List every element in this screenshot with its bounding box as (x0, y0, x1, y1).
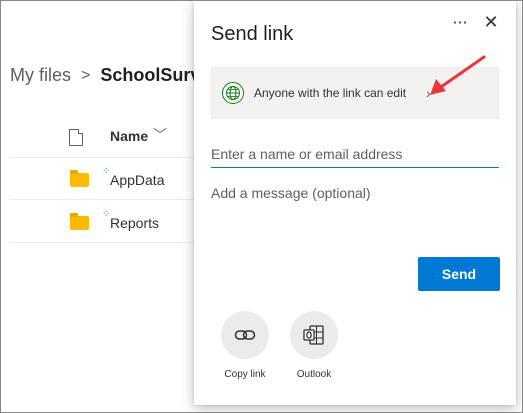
breadcrumb: My files > SchoolSurve (10, 65, 210, 86)
column-header-name[interactable]: Name (110, 128, 148, 144)
list-item-label[interactable]: AppData (110, 172, 164, 188)
close-button[interactable]: ✕ (478, 9, 504, 35)
globe-icon (222, 82, 244, 104)
breadcrumb-root[interactable]: My files (10, 65, 71, 86)
copy-link-label: Copy link (224, 369, 266, 380)
row-divider (9, 242, 199, 243)
list-item[interactable]: ⁘ AppData (1, 158, 201, 200)
window: My files > SchoolSurve Name ﹀ ⁘ AppData … (0, 0, 523, 413)
copy-link-option[interactable]: Copy link (215, 311, 275, 391)
more-options-button[interactable]: ··· (447, 9, 473, 35)
panel-title: Send link (211, 23, 294, 45)
folder-icon (70, 213, 89, 230)
chevron-down-icon[interactable]: ﹀ (153, 125, 167, 145)
list-item[interactable]: ⁘ Reports (1, 201, 201, 243)
breadcrumb-separator: > (81, 66, 91, 84)
link-icon[interactable] (221, 311, 269, 359)
outlook-icon[interactable] (290, 311, 338, 359)
folder-icon (70, 170, 89, 187)
outlook-option[interactable]: Outlook (284, 311, 344, 391)
link-permission-text: Anyone with the link can edit (254, 86, 407, 100)
outlook-label: Outlook (296, 369, 332, 380)
send-link-panel: Send link ··· ✕ Anyone with the link can… (194, 1, 516, 405)
send-button[interactable]: Send (418, 257, 500, 291)
message-input[interactable] (211, 185, 499, 245)
annotation-arrow-icon (430, 55, 486, 95)
list-header: Name ﹀ (1, 121, 201, 157)
recipient-input[interactable] (211, 141, 499, 168)
file-type-icon (69, 129, 83, 146)
row-divider (9, 199, 199, 200)
list-item-label[interactable]: Reports (110, 215, 159, 231)
